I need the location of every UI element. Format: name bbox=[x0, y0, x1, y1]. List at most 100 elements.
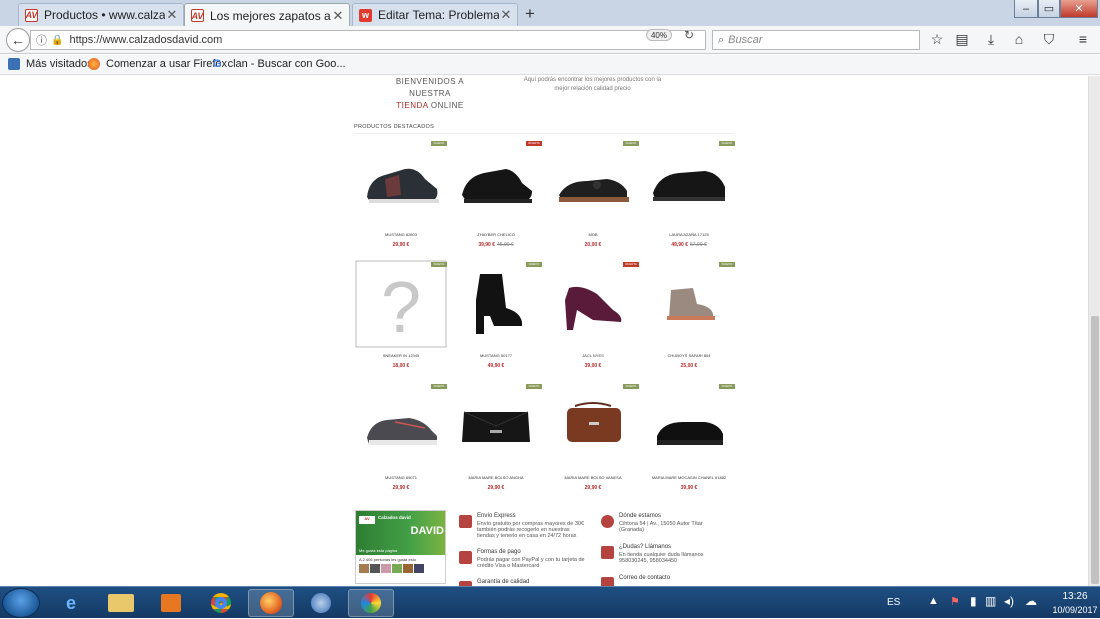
facebook-like[interactable]: Me gusta esta página bbox=[359, 548, 397, 553]
reload-icon[interactable]: ↻ bbox=[684, 28, 694, 42]
sneaker-black-icon[interactable] bbox=[450, 139, 542, 227]
network-icon[interactable]: ▥ bbox=[985, 594, 996, 608]
minimize-button[interactable]: – bbox=[1014, 0, 1038, 18]
product-card[interactable]: NUEVO MARIA MARE MOCASIN CHANEL 61882 39,9… bbox=[643, 382, 735, 500]
back-button[interactable]: ← bbox=[6, 28, 30, 52]
new-tab-button[interactable]: + bbox=[525, 4, 535, 24]
product-card[interactable]: NUEVO MUSTANG 50177 49,90 € bbox=[450, 260, 542, 378]
bookmark-star-icon[interactable]: ☆ bbox=[928, 31, 946, 48]
sneaker-grey-icon[interactable] bbox=[355, 382, 447, 470]
close-window-button[interactable]: ✕ bbox=[1060, 0, 1098, 18]
price-current: 20,00 € bbox=[584, 242, 602, 248]
loafer-black-icon[interactable] bbox=[643, 382, 735, 470]
price-current: 29,90 € bbox=[392, 242, 410, 248]
product-name[interactable]: CHUBOYS SAFARI 804 bbox=[643, 353, 735, 358]
info-title: ¿Dudas? Llámanos bbox=[619, 544, 672, 550]
clock-date[interactable]: 10/09/2017 bbox=[1050, 605, 1100, 615]
internet-explorer-icon[interactable]: e bbox=[48, 589, 94, 617]
product-card[interactable]: ? NUEVO SNEAKER IN 12345 18,00 € bbox=[355, 260, 447, 378]
product-card[interactable]: NUEVO MARIA MARE BOLSO VANESA 29,90 € bbox=[547, 382, 639, 500]
product-name[interactable]: MOB bbox=[547, 232, 639, 237]
bootie-speckled-icon[interactable] bbox=[643, 260, 735, 348]
heel-purple-icon[interactable] bbox=[547, 260, 639, 348]
thunderbird-icon[interactable] bbox=[298, 589, 344, 617]
bag-brown-icon[interactable] bbox=[547, 382, 639, 470]
product-name[interactable]: MUSTANG 50177 bbox=[450, 353, 542, 358]
download-icon[interactable]: ⤓ bbox=[982, 31, 1000, 48]
bookmark-mas-visitados[interactable]: Más visitados bbox=[8, 58, 93, 70]
bookmark-google[interactable]: G clan - Buscar con Goo... bbox=[213, 58, 346, 70]
close-tab-icon[interactable]: ✕ bbox=[165, 7, 179, 23]
pocket-icon[interactable]: ⛉ bbox=[1040, 31, 1058, 48]
product-name[interactable]: MARIA MARE BOLSO VANESA bbox=[547, 475, 639, 480]
vertical-scrollbar[interactable] bbox=[1088, 76, 1100, 586]
phone-icon bbox=[601, 546, 614, 559]
product-card[interactable]: NUEVO MARIA MARE BOLSO ANGHA 29,90 € bbox=[450, 382, 542, 500]
battery-icon[interactable]: ▮ bbox=[970, 594, 977, 608]
shoe-black-icon[interactable] bbox=[643, 139, 735, 227]
product-card[interactable]: NUEVO LAURA AZAÑA 17125 49,90 €57,00 € bbox=[643, 139, 735, 257]
product-card[interactable]: NUEVO MOB 20,00 € bbox=[547, 139, 639, 257]
facebook-faces bbox=[356, 564, 445, 573]
cloud-icon[interactable]: ☁ bbox=[1025, 594, 1037, 608]
product-name[interactable]: MUSTANG 69071 bbox=[355, 475, 447, 480]
firefox-taskbar-icon[interactable] bbox=[248, 589, 294, 617]
info-text: Podrás pagar con PayPal y con tu tarjeta… bbox=[477, 557, 585, 569]
info-icon[interactable]: ⓘ bbox=[36, 32, 47, 48]
boot-black-icon[interactable] bbox=[450, 260, 542, 348]
address-bar[interactable]: ⓘ 🔒 https://www.calzadosdavid.com bbox=[30, 30, 706, 50]
tab-los-mejores-zapatos[interactable]: AV Los mejores zapatos a buen p ✕ bbox=[184, 3, 350, 27]
close-tab-icon[interactable]: ✕ bbox=[499, 7, 513, 23]
product-card[interactable]: NUEVO MUSTANG 69071 29,90 € bbox=[355, 382, 447, 500]
facebook-banner-text: DAVID bbox=[410, 525, 444, 537]
chrome-icon[interactable] bbox=[198, 589, 244, 617]
start-button[interactable] bbox=[2, 588, 40, 618]
search-icon: ⌕ bbox=[718, 33, 725, 46]
tab-editar-tema[interactable]: w Editar Tema: Problema al ord ✕ bbox=[352, 3, 518, 26]
clock-time[interactable]: 13:26 bbox=[1055, 591, 1095, 602]
product-badge: OFERTA bbox=[623, 262, 639, 267]
paint-icon[interactable] bbox=[348, 589, 394, 617]
product-name[interactable]: MARIA MARE BOLSO ANGHA bbox=[450, 475, 542, 480]
bookmark-firefox[interactable]: Comenzar a usar Firefox bbox=[88, 58, 227, 70]
product-card[interactable]: OFERTA JACL NYES 39,00 € bbox=[547, 260, 639, 378]
welcome-heading: BIENVENIDOS A NUESTRA TIENDA ONLINE bbox=[380, 76, 480, 112]
product-name[interactable]: SNEAKER IN 12345 bbox=[355, 353, 447, 358]
page-content: BIENVENIDOS A NUESTRA TIENDA ONLINE Aquí… bbox=[0, 76, 1088, 586]
menu-icon[interactable]: ≡ bbox=[1074, 31, 1092, 47]
action-center-icon[interactable]: ⚑ bbox=[950, 595, 960, 608]
product-card[interactable]: NUEVO CHUBOYS SAFARI 804 25,00 € bbox=[643, 260, 735, 378]
media-player-icon[interactable] bbox=[148, 589, 194, 617]
product-badge: NUEVO bbox=[526, 384, 542, 389]
product-badge: OFERTA bbox=[526, 141, 542, 146]
language-indicator[interactable]: ES bbox=[887, 597, 900, 608]
facebook-widget[interactable]: AV Calzados david DAVID Me gusta esta pá… bbox=[355, 510, 446, 584]
facebook-caption: A 2.406 personas les gusta esto bbox=[359, 557, 416, 562]
info-garantia: Garantía de calidad bbox=[459, 579, 587, 586]
product-card[interactable]: NUEVO MUSTANG 82603 29,90 € bbox=[355, 139, 447, 257]
file-explorer-icon[interactable] bbox=[98, 589, 144, 617]
maximize-button[interactable]: ▭ bbox=[1038, 0, 1060, 18]
product-name[interactable]: MARIA MARE MOCASIN CHANEL 61882 bbox=[643, 475, 735, 480]
bag-black-icon[interactable] bbox=[450, 382, 542, 470]
show-hidden-icons[interactable]: ▲ bbox=[928, 595, 939, 607]
product-price: 29,90 € bbox=[355, 242, 447, 248]
product-name[interactable]: LAURA AZAÑA 17125 bbox=[643, 232, 735, 237]
loafer-brown-icon[interactable] bbox=[547, 139, 639, 227]
home-icon[interactable]: ⌂ bbox=[1010, 31, 1028, 47]
close-tab-icon[interactable]: ✕ bbox=[331, 8, 345, 24]
product-card[interactable]: OFERTA J'HAYBER CHELICO 39,90 €45,00 € bbox=[450, 139, 542, 257]
reading-list-icon[interactable]: ▤ bbox=[953, 31, 971, 48]
product-name[interactable]: JACL NYES bbox=[547, 353, 639, 358]
volume-icon[interactable]: ◂) bbox=[1004, 594, 1014, 608]
sneaker-dark-icon[interactable] bbox=[355, 139, 447, 227]
info-title: Dónde estamos bbox=[619, 513, 662, 519]
search-input[interactable]: ⌕ Buscar bbox=[712, 30, 920, 50]
zoom-indicator[interactable]: 40% bbox=[646, 29, 672, 41]
product-name[interactable]: MUSTANG 82603 bbox=[355, 232, 447, 237]
product-name[interactable]: J'HAYBER CHELICO bbox=[450, 232, 542, 237]
placeholder-icon[interactable]: ? bbox=[355, 260, 447, 348]
bookmarks-toolbar: Más visitados Comenzar a usar Firefox G … bbox=[0, 55, 1100, 75]
scrollbar-thumb[interactable] bbox=[1091, 316, 1099, 584]
tab-productos[interactable]: AV Productos • www.calzadosda ✕ bbox=[18, 3, 184, 26]
